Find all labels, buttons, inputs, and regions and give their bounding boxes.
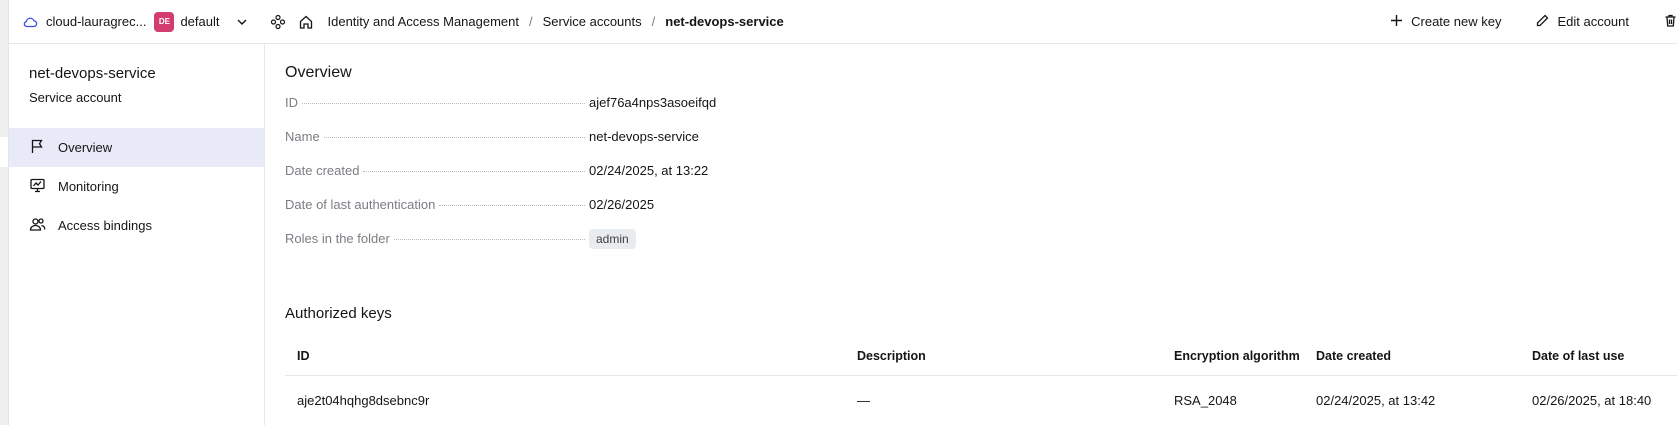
folder-badge: DE bbox=[154, 11, 175, 32]
table-header: ID Description Encryption algorithm Date… bbox=[285, 338, 1677, 376]
flag-icon bbox=[29, 138, 46, 158]
sidebar-item-access-bindings[interactable]: Access bindings bbox=[9, 206, 264, 245]
breadcrumb-service-accounts[interactable]: Service accounts bbox=[543, 14, 642, 29]
property-value: 02/26/2025 bbox=[589, 197, 655, 212]
sidebar-item-label: Overview bbox=[58, 140, 113, 155]
column-header-date-last-use[interactable]: Date of last use bbox=[1532, 338, 1624, 374]
key-id-cell: aje2t04hqhg8dsebnc9r bbox=[297, 392, 430, 408]
property-key: Name bbox=[285, 129, 320, 144]
key-date-created-cell: 02/24/2025, at 13:42 bbox=[1316, 392, 1436, 408]
key-encryption-cell: RSA_2048 bbox=[1174, 392, 1237, 408]
plus-icon bbox=[1389, 13, 1404, 31]
users-icon bbox=[29, 216, 46, 236]
property-row: Date of last authentication 02/26/2025 bbox=[285, 197, 985, 231]
sidebar-item-overview[interactable]: Overview bbox=[9, 128, 264, 167]
sidebar-title: net-devops-service bbox=[29, 65, 156, 82]
key-date-last-use-cell: 02/26/2025, at 18:40 bbox=[1532, 392, 1652, 408]
breadcrumb-current: net-devops-service bbox=[665, 14, 784, 29]
cloud-name: cloud-lauragrec... bbox=[46, 14, 147, 29]
property-row: Name net-devops-service bbox=[285, 129, 985, 163]
breadcrumb-separator: / bbox=[651, 14, 656, 29]
sidebar-item-label: Access bindings bbox=[58, 218, 152, 233]
column-header-encryption[interactable]: Encryption algorithm bbox=[1174, 338, 1300, 374]
overview-properties: ID ajef76a4nps3asoeifqd Name net-devops-… bbox=[285, 95, 985, 265]
top-header: cloud-lauragrec... DE default Identity a… bbox=[9, 0, 1677, 44]
sidebar-item-label: Monitoring bbox=[58, 179, 119, 194]
trash-icon bbox=[1663, 13, 1677, 31]
authorized-keys-heading: Authorized keys bbox=[285, 305, 392, 322]
property-key: Roles in the folder bbox=[285, 231, 390, 246]
edit-account-label: Edit account bbox=[1557, 14, 1629, 29]
left-edge-strip bbox=[0, 0, 9, 425]
property-key: Date of last authentication bbox=[285, 197, 436, 212]
delete-button[interactable] bbox=[1663, 13, 1677, 31]
property-row: ID ajef76a4nps3asoeifqd bbox=[285, 95, 985, 129]
monitor-chart-icon bbox=[29, 177, 46, 197]
pencil-icon bbox=[1535, 13, 1550, 31]
edit-account-button[interactable]: Edit account bbox=[1535, 13, 1629, 31]
property-key: ID bbox=[285, 95, 298, 110]
overview-heading: Overview bbox=[285, 64, 352, 81]
column-header-date-created[interactable]: Date created bbox=[1316, 338, 1391, 374]
sidebar-item-monitoring[interactable]: Monitoring bbox=[9, 167, 264, 206]
sidebar-nav: Overview Monitoring Access bindings bbox=[9, 128, 264, 245]
property-value: ajef76a4nps3asoeifqd bbox=[589, 95, 717, 110]
role-tag: admin bbox=[589, 229, 636, 249]
column-header-id[interactable]: ID bbox=[297, 338, 310, 374]
cloud-selector[interactable]: cloud-lauragrec... bbox=[20, 12, 146, 32]
property-row: Date created 02/24/2025, at 13:22 bbox=[285, 163, 985, 197]
breadcrumb-separator: / bbox=[529, 14, 533, 29]
create-key-label: Create new key bbox=[1411, 14, 1502, 29]
key-description-cell: — bbox=[857, 392, 870, 408]
property-value: 02/24/2025, at 13:22 bbox=[589, 163, 709, 178]
folder-name[interactable]: default bbox=[180, 14, 219, 29]
property-value: net-devops-service bbox=[589, 129, 699, 144]
services-icon[interactable] bbox=[268, 12, 288, 32]
property-key: Date created bbox=[285, 163, 360, 178]
breadcrumb-iam[interactable]: Identity and Access Management bbox=[328, 14, 520, 29]
table-row[interactable]: aje2t04hqhg8dsebnc9r — RSA_2048 02/24/20… bbox=[285, 376, 1677, 412]
create-key-button[interactable]: Create new key bbox=[1389, 13, 1501, 31]
cloud-icon bbox=[20, 12, 40, 32]
sidebar: net-devops-service Service account Overv… bbox=[9, 44, 265, 425]
chevron-down-icon[interactable] bbox=[232, 12, 252, 32]
property-row: Roles in the folder admin bbox=[285, 229, 985, 265]
home-icon[interactable] bbox=[296, 12, 316, 32]
breadcrumb: Identity and Access Management / Service… bbox=[328, 14, 784, 29]
authorized-keys-table: ID Description Encryption algorithm Date… bbox=[285, 338, 1677, 412]
column-header-description[interactable]: Description bbox=[857, 338, 926, 374]
sidebar-subtitle: Service account bbox=[29, 90, 122, 105]
